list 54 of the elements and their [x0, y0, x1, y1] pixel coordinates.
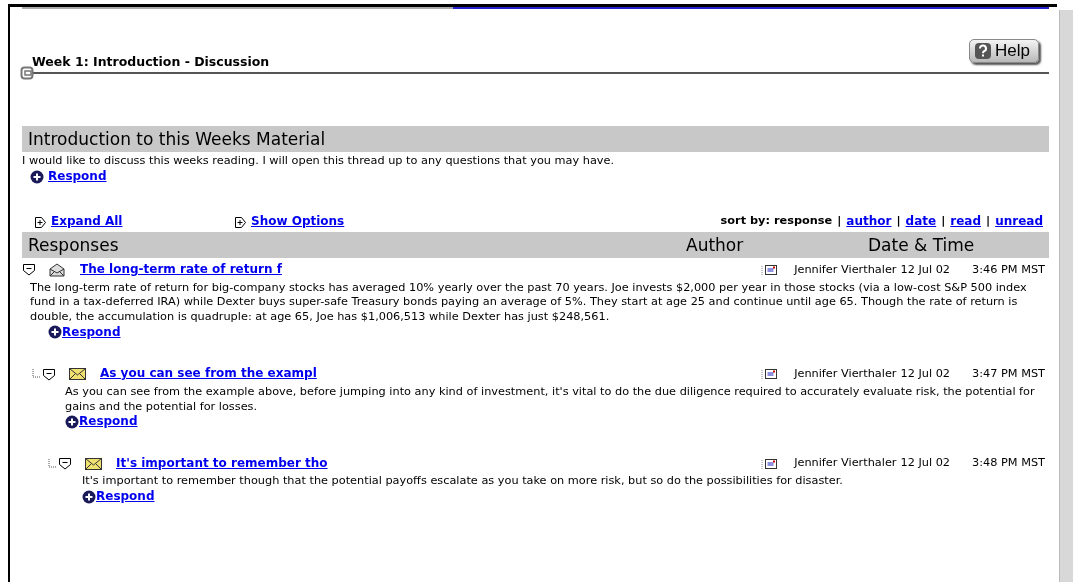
respond-link[interactable]: Respond	[96, 489, 155, 505]
respond-link[interactable]: Respond	[62, 324, 121, 341]
author-name: Jennifer Vierthaler	[794, 366, 897, 382]
post-text: It's important to remember though that the potential payoffs escalate as you take on more risk, but so do the possibilities for disaster.	[82, 474, 844, 490]
separator: |	[986, 214, 991, 230]
respond-link[interactable]: Respond	[79, 414, 138, 430]
sort-link[interactable]: author	[846, 214, 892, 230]
post-text: As you can see from the example above, before jumping into any kind of investment, it's vital to do the due diligence required to accurately evaluate risk, the potential for gains and the potential for losses.	[65, 384, 1036, 415]
sort-label: sort by:	[720, 214, 770, 230]
collapse-icon[interactable]	[42, 367, 56, 381]
expand-icon[interactable]	[34, 215, 47, 229]
column-header: Responses	[28, 233, 120, 257]
column-header: Date & Time	[868, 233, 975, 257]
separator: |	[941, 214, 946, 230]
collapse-icon[interactable]	[22, 263, 36, 277]
message-icon[interactable]	[761, 457, 779, 470]
post-time: 3:47 PM MST	[972, 366, 1045, 382]
column-header: Author	[686, 233, 745, 257]
post-title-link[interactable]: It's important to remember tho	[116, 455, 328, 472]
post-date: 12 Jul 02	[900, 262, 951, 278]
expand-all-link[interactable]: Expand All	[51, 214, 123, 230]
help-icon	[974, 42, 993, 60]
separator: |	[837, 214, 842, 230]
tree-connector-icon	[32, 369, 42, 380]
author-name: Jennifer Vierthaler	[794, 262, 897, 278]
sort-option[interactable]: response	[773, 214, 833, 230]
add-icon[interactable]	[48, 325, 62, 340]
page-title: Week 1: Introduction - Discussion	[32, 53, 270, 70]
add-icon[interactable]	[30, 169, 44, 184]
message-icon[interactable]	[761, 263, 779, 276]
tree-connector-icon	[48, 458, 58, 469]
add-icon[interactable]	[65, 415, 79, 429]
post-date: 12 Jul 02	[900, 366, 951, 382]
show-options-link[interactable]: Show Options	[251, 214, 345, 230]
expand-icon[interactable]	[234, 215, 247, 229]
post-title-link[interactable]: As you can see from the exampl	[100, 366, 317, 382]
sort-link[interactable]: date	[905, 214, 937, 230]
message-icon[interactable]	[761, 368, 779, 381]
post-date: 12 Jul 02	[900, 456, 951, 471]
respond-link[interactable]: Respond	[48, 168, 107, 185]
add-icon[interactable]	[82, 489, 96, 504]
post-title-link[interactable]: The long-term rate of return f	[80, 262, 282, 278]
author-name: Jennifer Vierthaler	[794, 456, 897, 471]
collapse-icon[interactable]	[58, 457, 72, 471]
bracket-icon	[20, 66, 34, 80]
section-header: Introduction to this Weeks Material	[22, 126, 1049, 153]
post-text: The long-term rate of return for big-company stocks has averaged 10% yearly over the past 70 years. Joe invests $2,000 per year in those stocks (via a low-cost S&P 500 index fund in a tax-deferred IRA) while Dexter buys super-safe Treasury bonds paying an average of 5%. They start at age 25 and continue until age 65. Though the rate of return is double, the accumulation is quadruple: at age 65, Joe has $1,006,513 while Dexter has just $248,561.	[30, 280, 1028, 325]
post-time: 3:46 PM MST	[972, 262, 1045, 278]
sort-link[interactable]: read	[950, 214, 981, 230]
topic-text: I would like to discuss this weeks reading. I will open this thread up to any questions that you may have.	[22, 154, 616, 169]
separator: |	[896, 214, 901, 230]
help-button[interactable]: Help	[969, 39, 1039, 63]
post-time: 3:48 PM MST	[972, 456, 1045, 471]
sort-link[interactable]: unread	[995, 214, 1043, 230]
